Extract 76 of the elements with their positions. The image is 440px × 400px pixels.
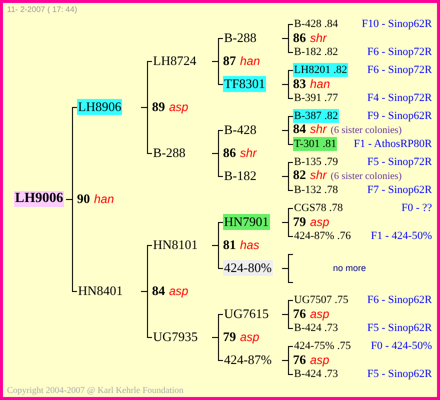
line-code: has xyxy=(240,238,260,252)
breeding-number: 76 xyxy=(293,353,306,367)
breeding-number: 76 xyxy=(293,307,306,321)
colony-name: UG7507 .75 xyxy=(293,293,350,307)
copyright-text: Copyright 2004-2007 @ Karl Kehrle Foundation xyxy=(7,385,184,395)
colony-name: T-301 .81 xyxy=(293,137,338,151)
colony-name: 424-87% .76 xyxy=(293,229,352,243)
colony-name: LH9006 xyxy=(14,191,64,207)
breeding-number: 79 xyxy=(293,215,306,229)
origin-label: F10 - Sinop62R xyxy=(362,17,432,31)
origin-label: F1 - 424-50% xyxy=(370,229,432,243)
colony-name: 424-80% xyxy=(223,260,273,276)
origin-label: F9 - Sinop62R xyxy=(367,109,432,123)
origin-label: F7 - Sinop62R xyxy=(367,183,432,197)
colony-name: B-424 .73 xyxy=(293,367,339,381)
colony-name: UG7935 xyxy=(152,329,199,345)
origin-label: F4 - Sinop72R xyxy=(367,91,432,105)
line-code: asp xyxy=(310,215,330,229)
breeding-number: 90 xyxy=(77,192,90,206)
breeding-number: 81 xyxy=(223,238,236,252)
colony-name: LH8201 .82 xyxy=(293,63,348,77)
breeding-number: 84 xyxy=(293,122,306,136)
colony-name: B-391 .77 xyxy=(293,91,339,105)
line-code: asp xyxy=(169,284,188,298)
colony-name: B-387 .82 xyxy=(293,109,339,123)
colony-name: B-135 .79 xyxy=(293,155,339,169)
line-code: han xyxy=(310,77,330,91)
breeding-number: 86 xyxy=(293,31,306,45)
colony-name: HN8101 xyxy=(152,237,199,253)
no-more-note: no more xyxy=(333,262,366,275)
colony-name: B-428 xyxy=(223,122,258,138)
breeding-number: 83 xyxy=(293,77,306,91)
colony-name: B-424 .73 xyxy=(293,321,339,335)
origin-label: F0 - 424-50% xyxy=(370,339,432,353)
colony-name: HN8401 xyxy=(77,283,124,299)
line-code: asp xyxy=(240,330,260,344)
line-code: shr xyxy=(310,168,327,182)
origin-label: F6 - Sinop72R xyxy=(367,63,432,77)
breeding-number: 87 xyxy=(223,54,236,68)
colony-name: 424-87% xyxy=(223,352,273,368)
colony-name: B-288 xyxy=(223,30,258,46)
colony-name: LH8906 xyxy=(77,99,122,115)
origin-label: F1 - AthosRP80R xyxy=(354,137,432,151)
line-code: asp xyxy=(310,353,330,367)
colony-name: B-288 xyxy=(152,145,186,161)
origin-label: F5 - Sinop72R xyxy=(367,155,432,169)
colony-name: 424-75% .75 xyxy=(293,339,352,353)
colony-name: UG7615 xyxy=(223,306,270,322)
line-code: shr xyxy=(310,122,327,136)
line-code: shr xyxy=(240,146,257,160)
colony-name: LH8724 xyxy=(152,53,198,69)
line-code: shr xyxy=(310,31,327,45)
origin-label: F0 - ?? xyxy=(401,201,432,215)
colony-name: B-182 xyxy=(223,168,258,184)
line-code: han xyxy=(240,54,260,68)
sister-note: (6 sister colonies) xyxy=(330,124,402,138)
breeding-number: 82 xyxy=(293,168,306,182)
breeding-number: 79 xyxy=(223,330,236,344)
breeding-number: 86 xyxy=(223,146,236,160)
origin-label: F5 - Sinop62R xyxy=(367,367,432,381)
colony-name: CGS78 .78 xyxy=(293,201,344,215)
origin-label: F5 - Sinop62R xyxy=(367,321,432,335)
colony-name: B-132 .78 xyxy=(293,183,339,197)
colony-name: HN7901 xyxy=(223,214,270,230)
line-code: han xyxy=(94,192,114,206)
line-code: asp xyxy=(169,100,188,114)
colony-name: TF8301 xyxy=(223,76,266,92)
line-code: asp xyxy=(310,307,330,321)
breeding-number: 84 xyxy=(152,284,165,298)
breeding-number: 89 xyxy=(152,100,165,114)
colony-name: B-428 .84 xyxy=(293,17,339,31)
origin-label: F6 - Sinop62R xyxy=(367,293,432,307)
date-label: 11- 2-2007 ( 17: 44) xyxy=(7,4,78,14)
sister-note: (6 sister colonies) xyxy=(330,170,402,184)
origin-label: F6 - Sinop72R xyxy=(367,45,432,59)
colony-name: B-182 .82 xyxy=(293,45,339,59)
